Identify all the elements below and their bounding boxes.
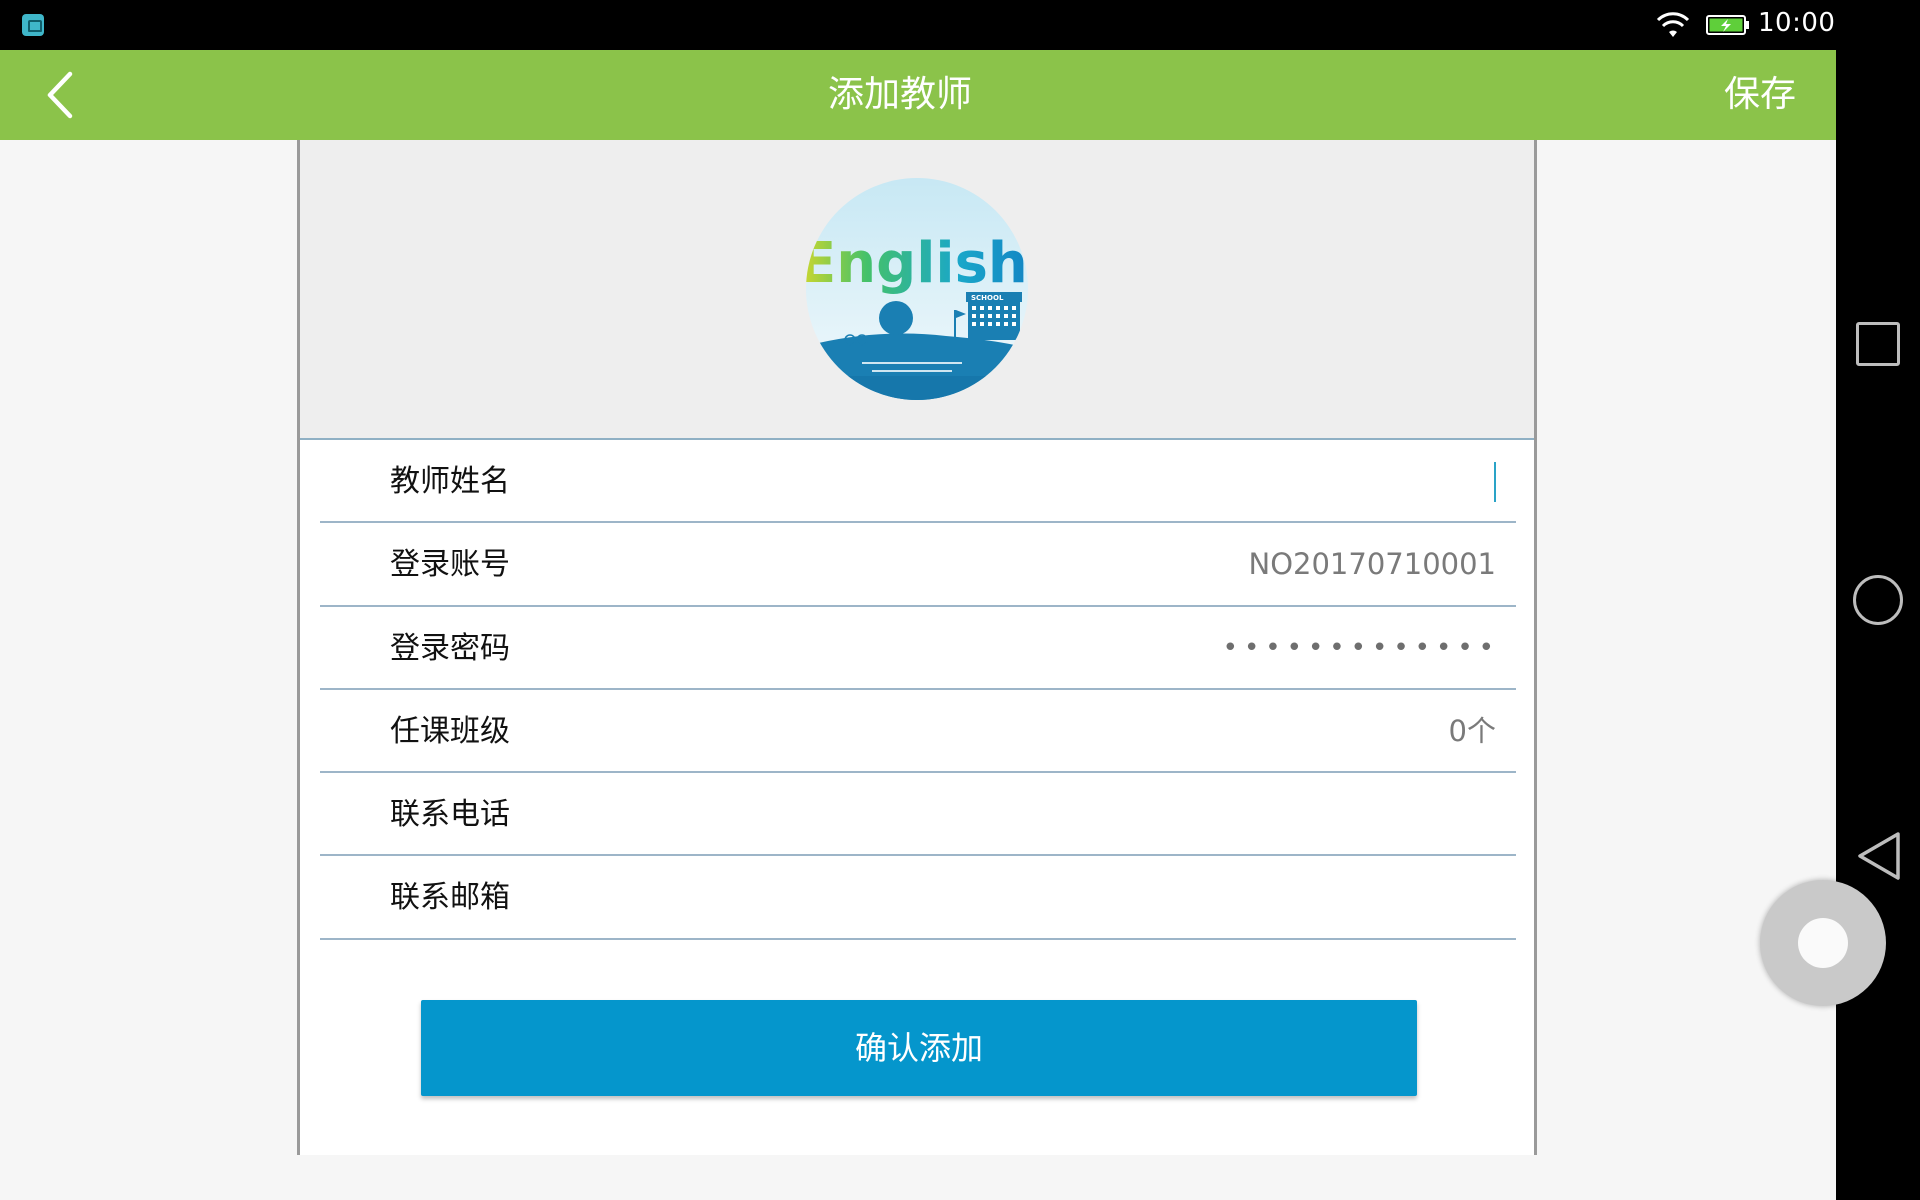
app-bar: 添加教师 保存 xyxy=(0,50,1836,140)
app-window: 添加教师 保存 English SCHOOL 教师姓名 登录账号 NO20170… xyxy=(0,50,1836,1200)
login-account-label: 登录账号 xyxy=(390,547,510,583)
login-password-field[interactable]: ••••••••••••• xyxy=(1223,607,1500,690)
avatar-brand-text: English xyxy=(806,231,1028,296)
status-time: 10:00 xyxy=(1758,8,1836,38)
avatar-image: English SCHOOL xyxy=(806,178,1028,400)
content-area: English SCHOOL 教师姓名 登录账号 NO20170710001 登… xyxy=(0,140,1836,1200)
email-label: 联系邮箱 xyxy=(390,880,510,916)
login-password-row[interactable]: 登录密码 ••••••••••••• xyxy=(320,607,1516,690)
wifi-icon xyxy=(1656,12,1690,37)
android-app-icon xyxy=(22,14,44,36)
teacher-form-card: English SCHOOL 教师姓名 登录账号 NO20170710001 登… xyxy=(297,140,1537,1155)
device-screen: 10:00 添加教师 保存 English SCHOOL 教师姓名 登录账号 N… xyxy=(0,0,1920,1200)
text-cursor xyxy=(1494,462,1496,502)
save-button[interactable]: 保存 xyxy=(1724,50,1796,140)
teaching-classes-count[interactable]: 0个 xyxy=(1449,690,1496,773)
status-bar: 10:00 xyxy=(0,0,1836,50)
floating-assistive-button[interactable] xyxy=(1760,880,1886,1006)
avatar-tag-text: SCHOOL xyxy=(971,294,1004,302)
avatar[interactable]: English SCHOOL xyxy=(806,178,1028,400)
page-title: 添加教师 xyxy=(827,74,972,115)
triangle-back-icon[interactable] xyxy=(1854,830,1904,882)
teaching-classes-row[interactable]: 任课班级 0个 xyxy=(320,690,1516,774)
battery-charging-icon xyxy=(1706,15,1749,35)
system-nav-bar xyxy=(1836,0,1920,1200)
email-row[interactable]: 联系邮箱 xyxy=(320,856,1516,940)
phone-label: 联系电话 xyxy=(390,797,510,833)
login-password-label: 登录密码 xyxy=(390,630,510,666)
phone-row[interactable]: 联系电话 xyxy=(320,773,1516,857)
circle-home-icon[interactable] xyxy=(1853,575,1903,625)
back-button[interactable] xyxy=(30,60,100,130)
teacher-name-label: 教师姓名 xyxy=(390,464,510,499)
teaching-classes-label: 任课班级 xyxy=(390,713,510,749)
confirm-add-button[interactable]: 确认添加 xyxy=(421,1000,1417,1096)
avatar-section: English SCHOOL xyxy=(300,140,1534,440)
square-recent-apps-icon[interactable] xyxy=(1856,322,1900,366)
login-account-row[interactable]: 登录账号 NO20170710001 xyxy=(320,523,1516,607)
chevron-left-icon xyxy=(47,71,73,119)
login-account-value[interactable]: NO20170710001 xyxy=(1249,523,1496,606)
teacher-name-row[interactable]: 教师姓名 xyxy=(320,440,1516,524)
teacher-form: 教师姓名 登录账号 NO20170710001 登录密码 •••••••••••… xyxy=(320,440,1516,940)
